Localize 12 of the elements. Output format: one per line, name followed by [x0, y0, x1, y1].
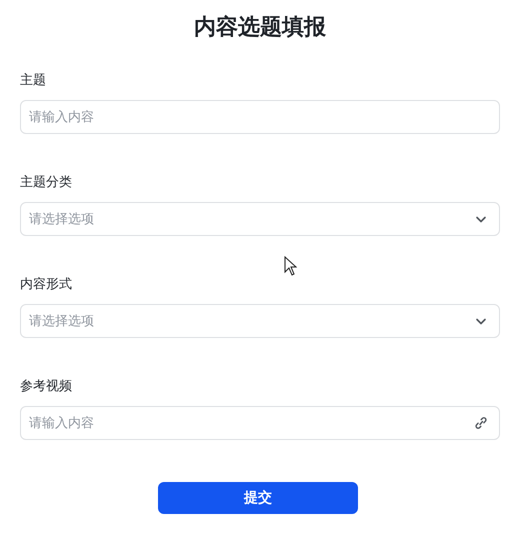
submit-button[interactable]: 提交 [158, 482, 358, 514]
field-label: 内容形式 [20, 276, 72, 294]
select-field[interactable]: 请选择选项 [20, 202, 500, 236]
field-label: 主题 [20, 72, 46, 90]
input-field[interactable]: 请输入内容 [20, 100, 500, 134]
select-field[interactable]: 请选择选项 [20, 304, 500, 338]
link-icon[interactable] [474, 416, 488, 430]
field-label: 主题分类 [20, 174, 72, 192]
form-title: 内容选题填报 [194, 14, 326, 42]
field-label: 参考视频 [20, 378, 72, 396]
input-field[interactable]: 请输入内容 [20, 406, 500, 440]
mouse-cursor-icon [284, 256, 297, 276]
